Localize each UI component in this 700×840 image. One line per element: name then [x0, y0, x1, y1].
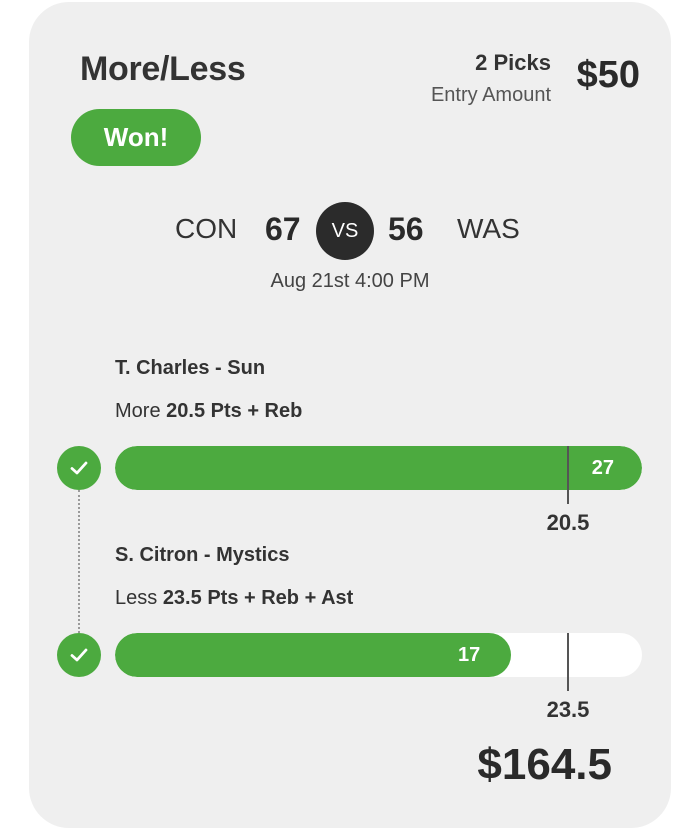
pick-2-direction: Less — [115, 587, 158, 609]
vs-badge: VS — [316, 202, 374, 260]
pick-connector — [78, 490, 80, 633]
pick-2-line: Less 23.5 Pts + Reb + Ast — [115, 587, 353, 610]
pick-1-stat: Pts + Reb — [210, 400, 303, 422]
pick-2-stat: Pts + Reb + Ast — [207, 587, 354, 609]
game-datetime: Aug 21st 4:00 PM — [270, 270, 430, 292]
pick-2-line-marker — [567, 633, 569, 691]
away-team-abbr: WAS — [457, 213, 520, 244]
pick-1-player: T. Charles - Sun — [115, 357, 266, 379]
pick-2-progress-track: 17 — [115, 633, 642, 677]
home-team-abbr: CON — [175, 213, 238, 244]
pick-1-progress-fill — [115, 446, 642, 490]
pick-1-line-marker — [567, 446, 569, 504]
home-team-score: 67 — [265, 211, 301, 247]
pick-1-progress-track: 27 — [115, 446, 642, 490]
pick-2-actual-value: 17 — [458, 644, 481, 666]
pick-2-line-label: 23.5 — [546, 697, 590, 722]
away-team-score: 56 — [388, 211, 424, 247]
pick-2-check-icon — [57, 633, 101, 677]
pick-1-direction: More — [115, 400, 161, 422]
pick-1-line-value: 20.5 — [166, 400, 206, 422]
pick-2-line-value: 23.5 — [162, 587, 202, 609]
pick-1-check-icon — [57, 446, 101, 490]
pick-2-progress-fill — [115, 633, 511, 677]
status-badge: Won! — [71, 109, 201, 166]
pick-2-player: S. Citron - Mystics — [115, 544, 290, 566]
entry-amount-label: Entry Amount — [430, 84, 551, 106]
pick-1-line: More 20.5 Pts + Reb — [115, 400, 302, 423]
picks-count: 2 Picks — [475, 50, 551, 75]
game-mode-title: More/Less — [80, 50, 246, 88]
pick-1-actual-value: 27 — [591, 457, 614, 479]
payout-amount: $164.5 — [477, 740, 612, 789]
entry-amount-value: $50 — [576, 54, 640, 96]
pick-1-line-label: 20.5 — [546, 510, 590, 535]
